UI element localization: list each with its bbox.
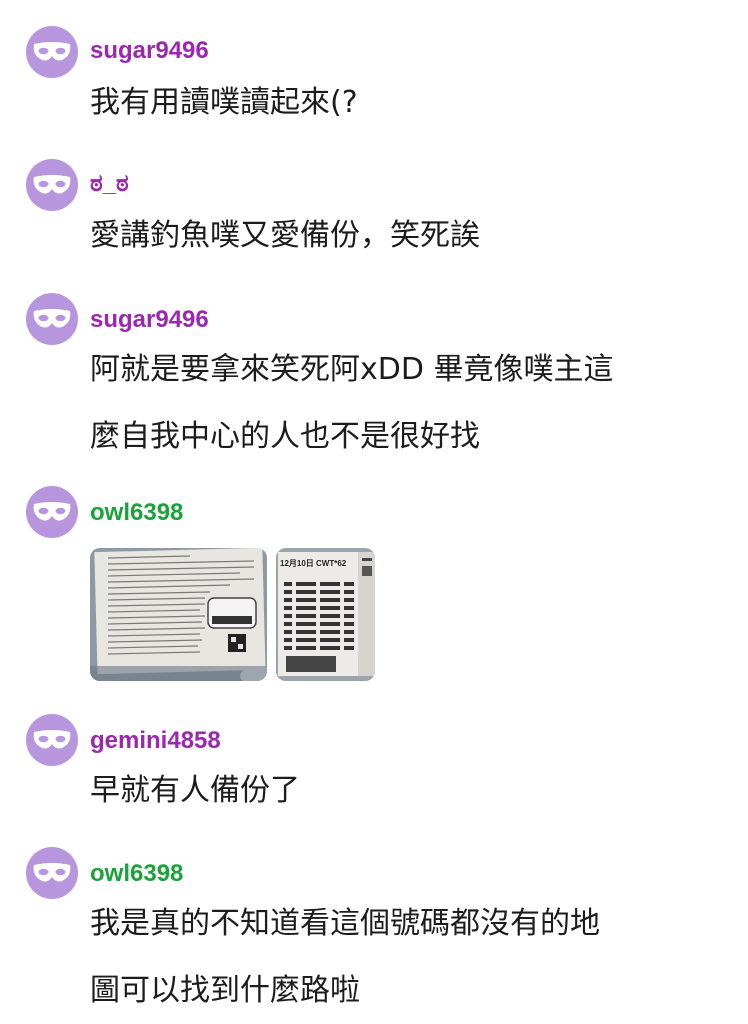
booklet-photo[interactable]: 12月10日 CWT*62 <box>276 548 375 681</box>
mask-icon <box>33 502 71 521</box>
avatar[interactable] <box>26 26 78 78</box>
comment-line: 我有用讀噗讀起來(? <box>90 85 358 120</box>
mask-icon <box>33 730 71 749</box>
avatar[interactable] <box>26 847 78 899</box>
avatar[interactable] <box>26 714 78 766</box>
username[interactable]: gemini4858 <box>90 726 221 756</box>
avatar[interactable] <box>26 486 78 538</box>
comment-text: 我是真的不知道看這個號碼都沒有的地 圖可以找到什麼路啦 <box>90 905 710 1010</box>
comment-text: 我有用讀噗讀起來(? <box>90 84 710 122</box>
mask-icon <box>33 309 71 328</box>
comment-line: 圖可以找到什麼路啦 <box>90 973 360 1008</box>
booklet-date: 12月10日 CWT*62 <box>280 559 347 568</box>
flyer-photo[interactable] <box>90 548 267 681</box>
avatar[interactable] <box>26 159 78 211</box>
comment-line: 愛講釣魚噗又愛備份，笑死誒 <box>90 218 480 253</box>
comment-line: 我是真的不知道看這個號碼都沒有的地 <box>90 906 600 941</box>
mask-icon <box>33 863 71 882</box>
username[interactable]: sugar9496 <box>90 305 209 335</box>
mask-icon <box>33 42 71 61</box>
comment-text: 阿就是要拿來笑死阿xDD 畢竟像噗主這 麼自我中心的人也不是很好找 <box>90 351 710 456</box>
username[interactable]: owl6398 <box>90 498 183 528</box>
comment-line: 阿就是要拿來笑死阿xDD 畢竟像噗主這 <box>90 352 614 387</box>
username[interactable]: ಠ_ಠ <box>90 169 129 199</box>
comment-text: 早就有人備份了 <box>90 772 710 810</box>
username[interactable]: sugar9496 <box>90 36 209 66</box>
comment-line: 早就有人備份了 <box>90 773 300 808</box>
avatar[interactable] <box>26 293 78 345</box>
username[interactable]: owl6398 <box>90 859 183 889</box>
mask-icon <box>33 175 71 194</box>
comment-line: 麼自我中心的人也不是很好找 <box>90 419 480 454</box>
comment-text: 愛講釣魚噗又愛備份，笑死誒 <box>90 217 710 255</box>
